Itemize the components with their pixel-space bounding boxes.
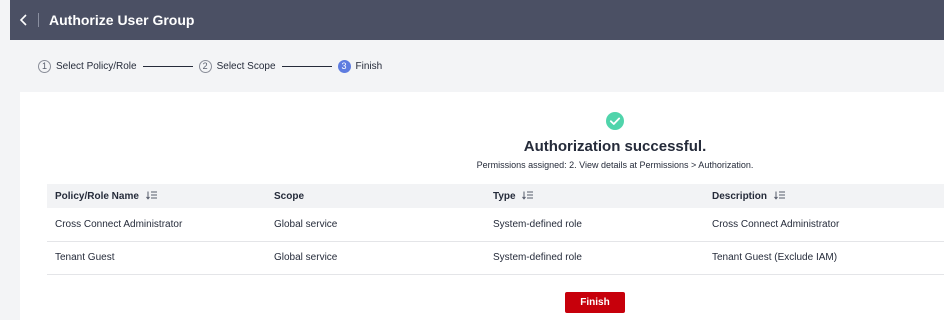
- step-2: 2 Select Scope: [198, 59, 276, 73]
- table-row: Cross Connect Administrator Global servi…: [47, 208, 944, 242]
- page-header: Authorize User Group: [10, 0, 944, 40]
- left-strip: [0, 0, 10, 320]
- cell-type: System-defined role: [485, 241, 704, 275]
- table-row: Tenant Guest Global service System-defin…: [47, 241, 944, 275]
- column-label: Type: [493, 190, 516, 202]
- cell-scope: Global service: [266, 241, 485, 275]
- column-header-type[interactable]: Type: [485, 184, 704, 208]
- sort-icon[interactable]: [773, 191, 786, 200]
- step-2-label: Select Scope: [216, 60, 276, 72]
- cell-scope: Global service: [266, 208, 485, 242]
- step-2-number: 2: [198, 59, 212, 73]
- column-label: Scope: [274, 190, 305, 202]
- step-1: 1 Select Policy/Role: [38, 59, 137, 73]
- back-button[interactable]: [10, 0, 38, 40]
- page-title: Authorize User Group: [49, 12, 195, 28]
- page: Authorize User Group 1 Select Policy/Rol…: [0, 0, 944, 320]
- step-3-label: Finish: [355, 60, 383, 72]
- finish-button[interactable]: Finish: [565, 292, 625, 313]
- sort-icon[interactable]: [145, 191, 158, 200]
- column-header-scope: Scope: [266, 184, 485, 208]
- check-circle-icon: [606, 112, 624, 130]
- success-title: Authorization successful.: [523, 138, 707, 155]
- step-bar: 1 Select Policy/Role 2 Select Scope 3 Fi…: [10, 40, 944, 92]
- cell-policy-role-name: Tenant Guest: [47, 241, 266, 275]
- step-connector-2: [281, 65, 332, 67]
- result-card: Authorization successful. Permissions as…: [20, 92, 944, 320]
- column-label: Description: [712, 190, 768, 202]
- step-connector-1: [142, 65, 193, 67]
- table-header-row: Policy/Role Name Scope Type Description: [47, 184, 944, 208]
- chevron-left-icon: [19, 14, 27, 26]
- header-divider: [38, 13, 39, 27]
- step-3-number: 3: [337, 59, 351, 73]
- cell-description: Tenant Guest (Exclude IAM): [704, 241, 944, 275]
- column-header-policy-role-name[interactable]: Policy/Role Name: [47, 184, 266, 208]
- step-1-number: 1: [38, 59, 51, 73]
- column-header-description[interactable]: Description: [704, 184, 944, 208]
- step-3: 3 Finish: [337, 59, 383, 73]
- sort-icon[interactable]: [522, 191, 534, 200]
- column-label: Policy/Role Name: [55, 190, 139, 202]
- cell-policy-role-name: Cross Connect Administrator: [47, 208, 266, 242]
- cell-description: Cross Connect Administrator: [704, 208, 944, 242]
- permissions-table: Policy/Role Name Scope Type Description …: [47, 184, 944, 275]
- success-subtitle: Permissions assigned: 2. View details at…: [476, 160, 754, 170]
- cell-type: System-defined role: [485, 208, 704, 242]
- step-1-label: Select Policy/Role: [56, 60, 137, 72]
